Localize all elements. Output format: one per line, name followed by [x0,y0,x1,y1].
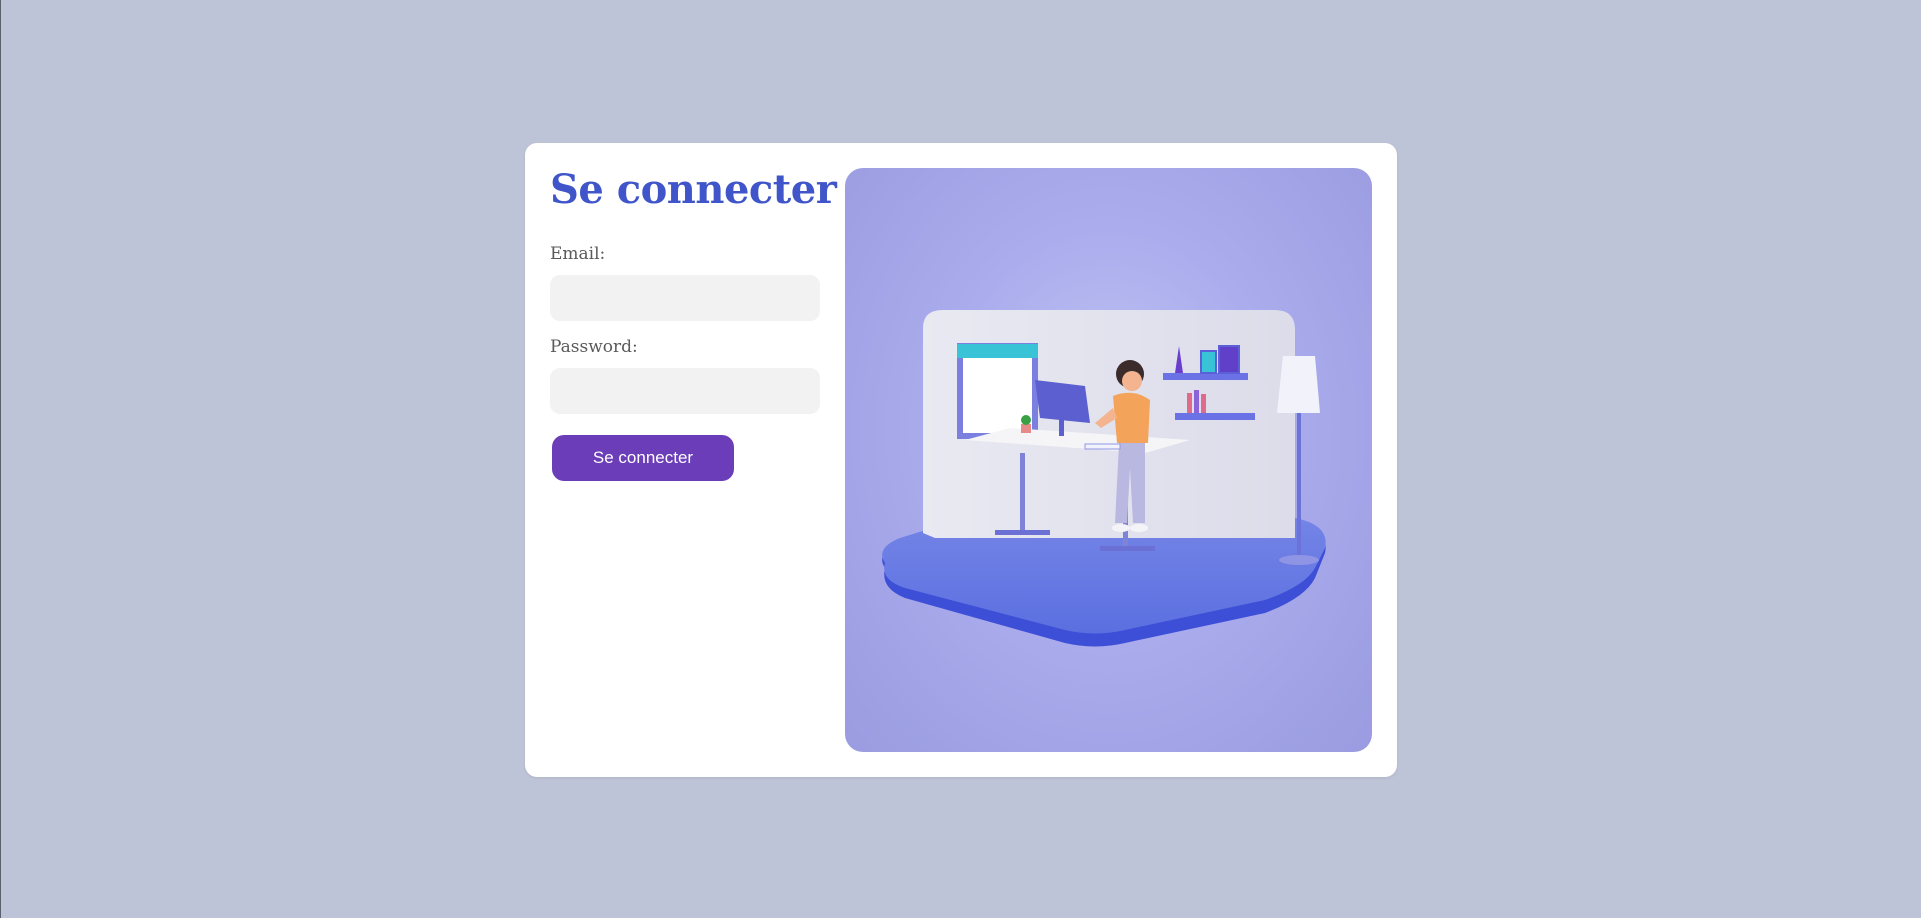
lamp-pole [1297,413,1301,558]
login-button[interactable]: Se connecter [552,435,734,481]
email-label: Email: [550,244,606,264]
login-form: Se connecter Email: Password: Se connect… [550,166,837,481]
workspace-illustration [845,168,1372,752]
monitor [1035,380,1090,423]
page-title: Se connecter [550,166,837,213]
plant-leaves [1021,415,1031,425]
plant-pot [1021,424,1031,433]
shelf-upper [1163,373,1248,380]
lamp-shade [1277,356,1320,413]
desk-leg-left [1020,453,1025,533]
person-at-desk-icon [882,310,1326,647]
shelf-lower [1175,413,1255,420]
frame-small [1200,350,1217,374]
password-field[interactable] [550,368,820,414]
password-label: Password: [550,337,638,357]
email-field[interactable] [550,275,820,321]
window-blind [957,344,1038,358]
person-shirt [1113,392,1150,443]
login-card: Se connecter Email: Password: Se connect… [525,143,1397,777]
window-edge [0,0,1,918]
frame-large [1218,345,1240,374]
